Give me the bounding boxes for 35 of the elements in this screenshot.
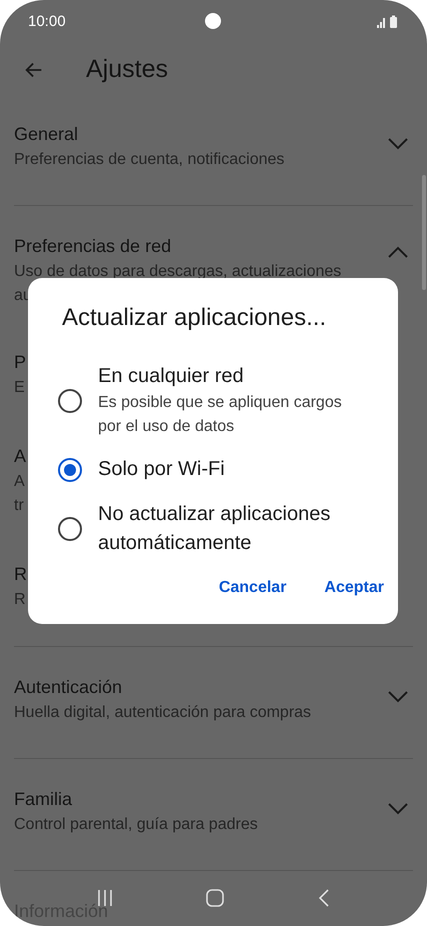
setting-description: Uso de datos para descargas, actualizaciones: [14, 262, 342, 282]
setting-description: R: [14, 590, 27, 610]
home-icon[interactable]: [205, 888, 226, 908]
page-title: Ajustes: [86, 54, 168, 86]
option-label[interactable]: No actualizar aplicaciones automáticamente: [98, 500, 358, 558]
dialog-button[interactable]: Cancelar: [218, 570, 286, 606]
setting-description: tr: [14, 496, 25, 516]
setting-title: P: [14, 351, 26, 374]
status-time: 10:00: [28, 12, 66, 32]
back-icon[interactable]: [317, 888, 332, 908]
radio-button[interactable]: [58, 517, 82, 541]
option-label[interactable]: Solo por Wi-Fi: [98, 455, 225, 484]
chevron-down-icon[interactable]: [388, 691, 408, 703]
setting-title: General: [14, 123, 80, 146]
option-description: Es posible que se apliquen cargos por el uso de datos: [98, 393, 343, 437]
setting-description: Huella digital, autenticación para compras: [14, 703, 312, 723]
setting-description: Preferencias de cuenta, notificaciones: [14, 150, 284, 170]
setting-description: Control parental, guía para padres: [14, 815, 258, 835]
option-label[interactable]: En cualquier red: [98, 362, 358, 391]
chevron-up-icon[interactable]: [388, 246, 408, 258]
setting-title: Familia: [14, 788, 74, 811]
setting-description: E: [14, 378, 26, 398]
dialog-button[interactable]: Aceptar: [324, 570, 384, 606]
radio-button[interactable]: [58, 388, 82, 412]
signal-battery-icon: [377, 15, 399, 29]
setting-title: A: [14, 445, 26, 468]
dialog-title: Actualizar aplicaciones...: [62, 304, 326, 331]
setting-title: Preferencias de red: [14, 235, 172, 258]
chevron-down-icon[interactable]: [388, 138, 408, 150]
radio-button[interactable]: [58, 458, 82, 482]
setting-title: R: [14, 563, 27, 586]
camera-icon: [205, 13, 221, 29]
setting-title: Autenticación: [14, 676, 124, 699]
chevron-down-icon[interactable]: [388, 803, 408, 815]
setting-description: A: [14, 472, 26, 492]
